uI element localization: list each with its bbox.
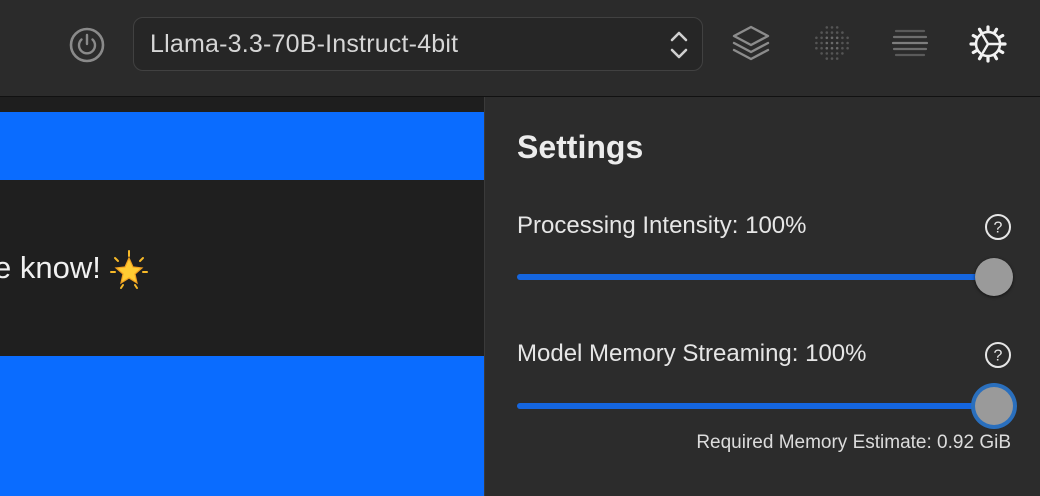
dots-grid-icon[interactable] (810, 21, 854, 65)
slider-fill (517, 274, 1012, 280)
settings-panel: Settings Processing Intensity: 100% ? Mo… (484, 97, 1040, 496)
processing-intensity-slider[interactable] (517, 257, 1013, 297)
assistant-message: e know! (0, 180, 484, 356)
model-select[interactable]: Llama-3.3-70B-Instruct-4bit (133, 17, 703, 71)
slider-thumb[interactable] (975, 258, 1013, 296)
memory-streaming-label: Model Memory Streaming: 100% (517, 340, 867, 367)
power-icon[interactable] (66, 24, 108, 66)
slider-fill (517, 403, 1012, 409)
updown-chevron-icon (668, 28, 690, 62)
user-message-bubble-2 (0, 356, 484, 496)
svg-text:?: ? (994, 220, 1003, 237)
help-icon[interactable]: ? (984, 341, 1012, 369)
settings-title: Settings (517, 129, 644, 165)
lines-icon[interactable] (888, 21, 932, 65)
star-emoji (109, 250, 149, 290)
assistant-message-text: e know! (0, 250, 101, 286)
layers-icon[interactable] (728, 21, 774, 67)
help-icon[interactable]: ? (984, 213, 1012, 241)
memory-estimate: Required Memory Estimate: 0.92 GiB (696, 432, 1011, 453)
model-select-value: Llama-3.3-70B-Instruct-4bit (150, 29, 459, 58)
chat-area: e know! (0, 97, 484, 496)
processing-intensity-label: Processing Intensity: 100% (517, 212, 807, 239)
user-message-bubble (0, 112, 484, 180)
toolbar: Llama-3.3-70B-Instruct-4bit (0, 0, 1040, 97)
gear-icon[interactable] (964, 20, 1012, 68)
svg-text:?: ? (994, 348, 1003, 365)
slider-thumb[interactable] (975, 387, 1013, 425)
memory-streaming-slider[interactable] (517, 386, 1013, 426)
assistant-message-text-row: e know! (0, 250, 149, 290)
